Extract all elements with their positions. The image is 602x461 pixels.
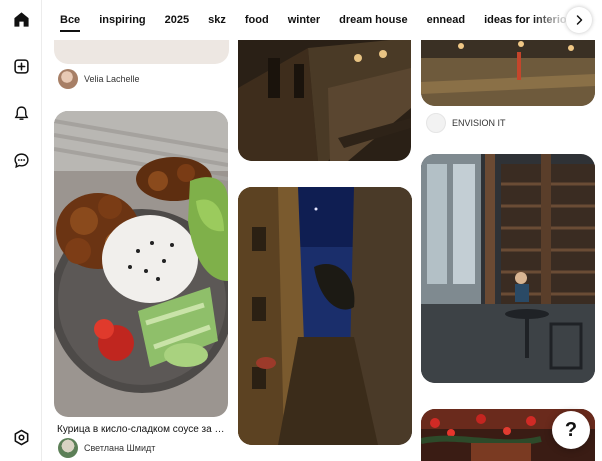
chevron-right-icon	[576, 15, 583, 25]
avatar	[58, 69, 78, 89]
messages-button[interactable]	[7, 146, 35, 174]
board-tabs-bar: Все inspiring 2025 skz food winter dream house…	[42, 0, 602, 40]
create-icon	[13, 58, 29, 74]
left-nav-rail	[0, 0, 42, 461]
tab-food[interactable]: food	[245, 0, 269, 40]
home-button[interactable]	[7, 5, 35, 33]
question-icon: ?	[564, 418, 578, 441]
pin-bowl-title[interactable]: Курица в кисло-сладком соусе за 20…	[57, 424, 229, 435]
help-button[interactable]: ?	[552, 411, 590, 449]
author-name: Светлана Шмидт	[84, 443, 156, 453]
tab-все[interactable]: Все	[60, 0, 81, 40]
pin-bowl-author-row[interactable]: Светлана Шмидт	[58, 438, 155, 458]
messages-icon	[13, 152, 29, 168]
notifications-icon	[14, 105, 28, 120]
tab-skz[interactable]: skz	[208, 0, 226, 40]
pin-night-street-image[interactable]	[238, 187, 412, 445]
author-name: ENVISION IT	[452, 118, 506, 128]
tab-winter[interactable]: winter	[288, 0, 320, 40]
library-cafe-photo	[421, 154, 595, 383]
create-button[interactable]	[7, 52, 35, 80]
avatar	[426, 113, 446, 133]
food-bowl-photo	[54, 111, 228, 417]
night-street-photo	[238, 187, 412, 445]
tabs-next-button[interactable]	[566, 7, 592, 33]
pin-library-cafe-image[interactable]	[421, 154, 595, 383]
avatar	[58, 438, 78, 458]
home-icon	[13, 11, 29, 27]
tab-2025[interactable]: 2025	[165, 0, 189, 40]
pin-bar-interior-image[interactable]	[238, 28, 411, 161]
settings-icon	[14, 429, 28, 445]
pin-envision-author-row[interactable]: ENVISION IT	[426, 113, 506, 133]
tab-inspiring[interactable]: inspiring	[99, 0, 145, 40]
settings-button[interactable]	[7, 423, 35, 451]
bar-interior-photo	[238, 28, 411, 161]
author-name: Velia Lachelle	[84, 74, 140, 84]
pin-bowl-image[interactable]	[54, 111, 228, 417]
notifications-button[interactable]	[7, 99, 35, 127]
pin-velia-author-row[interactable]: Velia Lachelle	[58, 69, 140, 89]
tab-dream-house[interactable]: dream house	[339, 0, 407, 40]
tab-ennead[interactable]: ennead	[427, 0, 466, 40]
